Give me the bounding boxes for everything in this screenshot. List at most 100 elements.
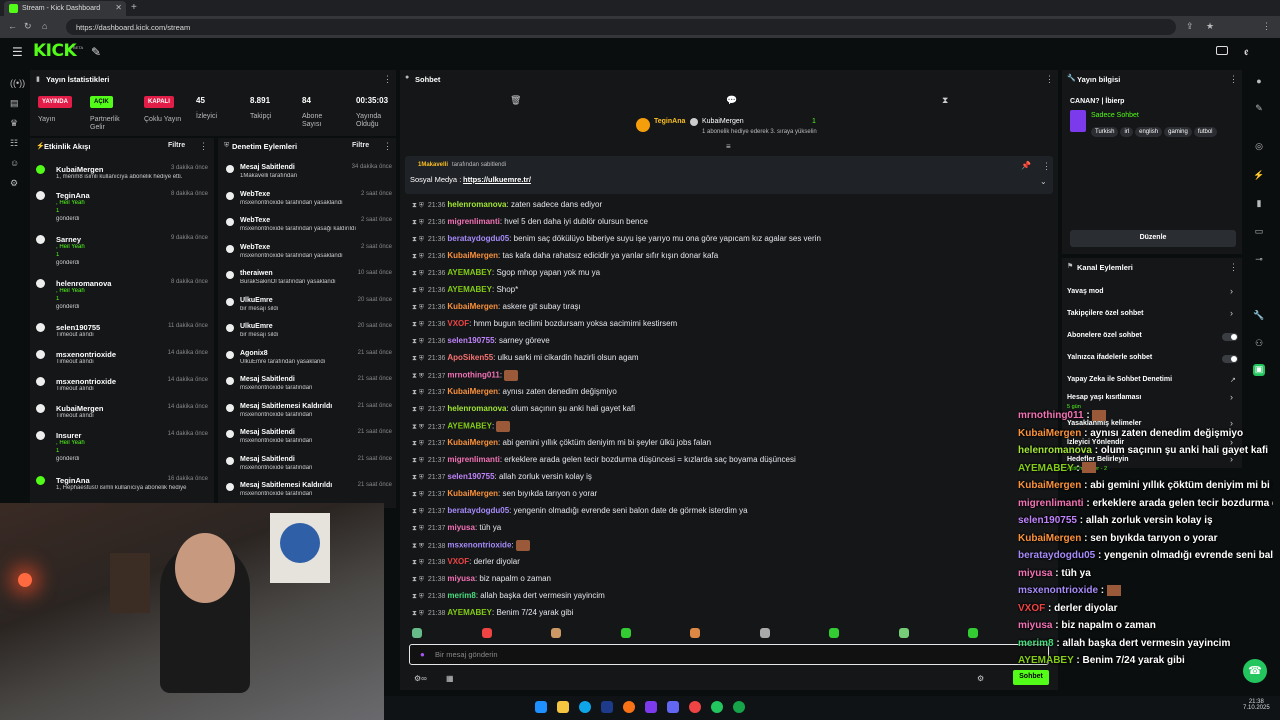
chat-message[interactable]: ⧗ ⛨ 21:37 AYEMABEY: (412, 421, 1032, 438)
message-user[interactable]: mrnothing011 (447, 371, 499, 380)
message-user[interactable]: berataydogdu05 (447, 506, 509, 515)
moderation-row[interactable]: Mesaj Sabitlemesi Kaldırıldı 21 saat önce… (226, 403, 392, 427)
moderation-title[interactable]: Mesaj Sabitlendi (240, 164, 295, 171)
trophy-icon[interactable]: ♛ (10, 118, 20, 128)
toggle-switch[interactable] (1222, 333, 1238, 341)
message-user[interactable]: KubaiMergen (447, 438, 498, 447)
channel-actions-menu-icon[interactable]: ⋮ (1229, 262, 1238, 273)
message-user[interactable]: helenromanova (447, 200, 506, 209)
event-user[interactable]: helenromanova (56, 279, 111, 288)
back-icon[interactable]: ← (8, 21, 17, 31)
spotify-icon[interactable] (711, 701, 723, 713)
settings-icon[interactable]: ⚙ (10, 178, 20, 188)
message-controls-icon[interactable]: ⧗ ⛨ (412, 406, 426, 413)
event-row[interactable]: KubaiMergen 14 dakika önce Timeout alındı (36, 404, 208, 430)
channel-action-label[interactable]: Hesap yaşı kısıtlaması (1067, 394, 1141, 401)
taskbar-clock[interactable]: 21:38 7.10.2025 (1243, 699, 1270, 711)
message-controls-icon[interactable]: ⧗ ⛨ (412, 287, 426, 294)
message-controls-icon[interactable]: ⧗ ⛨ (412, 457, 426, 464)
message-controls-icon[interactable]: ⧗ ⛨ (412, 525, 426, 532)
chat-icon[interactable]: 💬 (726, 95, 737, 106)
calendar-icon[interactable]: ▦ (446, 674, 454, 683)
message-controls-icon[interactable]: ⧗ ⛨ (412, 491, 426, 498)
external-link-icon[interactable]: ↗ (1230, 376, 1236, 384)
moderation-title[interactable]: WebTexe (240, 244, 270, 251)
toggle-switch[interactable] (1222, 355, 1238, 363)
chat-message[interactable]: ⧗ ⛨ 21:36 migrenlimanti: hvel 5 den daha … (412, 217, 1032, 234)
emote-icon[interactable] (690, 628, 700, 638)
message-user[interactable]: migrenlimanti (447, 455, 499, 464)
message-user[interactable]: helenromanova (447, 404, 506, 413)
message-user[interactable]: KubaiMergen (447, 302, 498, 311)
chat-message[interactable]: ⧗ ⛨ 21:38 merim8: allah başka dert vermes… (412, 591, 1032, 608)
chat-message[interactable]: ⧗ ⛨ 21:37 mrnothing011: (412, 370, 1032, 387)
moderation-row[interactable]: WebTexe 2 saat önce msxenontrioxide tarafı… (226, 244, 392, 268)
event-row[interactable]: TeginAna 8 dakika önce , Heil Yeah 1 gönderd… (36, 191, 208, 222)
message-user[interactable]: AYEMABEY (447, 268, 492, 277)
event-user[interactable]: Sarney (56, 235, 81, 244)
chat-settings-icon[interactable]: ⚙ (977, 674, 984, 683)
chat-message[interactable]: ⧗ ⛨ 21:36 helenromanova: zaten sadece dan… (412, 200, 1032, 217)
obs-icon[interactable] (645, 701, 657, 713)
message-controls-icon[interactable]: ⧗ ⛨ (412, 219, 426, 226)
emote-icon[interactable] (412, 628, 422, 638)
event-row[interactable]: Insurer 14 dakika önce , Heil Yeah 1 gönderd… (36, 431, 208, 462)
community-rail-icon[interactable]: ⚇ (1253, 338, 1265, 350)
bookmark-star-icon[interactable]: ★ (1206, 21, 1214, 32)
message-controls-icon[interactable]: ⧗ ⛨ (412, 355, 426, 362)
chat-message[interactable]: ⧗ ⛨ 21:37 miyusa: tüh ya (412, 523, 1032, 540)
chat-message[interactable]: ⧗ ⛨ 21:38 VXOF: derler diyolar (412, 557, 1032, 574)
new-tab-icon[interactable]: + (131, 2, 137, 13)
message-controls-icon[interactable]: ⧗ ⛨ (412, 253, 426, 260)
chat-message[interactable]: ⧗ ⛨ 21:36 KubaiMergen: tas kafa daha raha… (412, 251, 1032, 268)
event-row[interactable]: selen190755 11 dakika önce Timeout alındı (36, 323, 208, 349)
expand-pinned-icon[interactable]: ⌄ (1040, 177, 1047, 186)
discord-icon[interactable] (667, 701, 679, 713)
moderation-title[interactable]: Mesaj Sabitlemesi Kaldırıldı (240, 403, 332, 410)
stats-menu-icon[interactable]: ⋮ (383, 74, 392, 85)
chat-menu-icon[interactable]: ⋮ (1045, 74, 1054, 85)
bolt-icon[interactable]: ⚡ (1253, 170, 1265, 182)
moderation-title[interactable]: WebTexe (240, 191, 270, 198)
moderation-title[interactable]: Mesaj Sabitlendi (240, 429, 295, 436)
trash-icon[interactable]: 🗑 (510, 95, 521, 106)
events-filter-button[interactable]: Filtre (168, 142, 185, 149)
pinned-by[interactable]: 1Makavelli (418, 162, 448, 168)
event-row[interactable]: TeginAna 16 dakika önce 1, Hephaestus0 isi… (36, 476, 208, 502)
message-controls-icon[interactable]: ⧗ ⛨ (412, 321, 426, 328)
windows-start-icon[interactable] (535, 701, 547, 713)
category-name[interactable]: Sadece Sohbet (1091, 112, 1139, 119)
event-user[interactable]: msxenontrioxide (56, 377, 116, 386)
kick-logo[interactable]: KICK (33, 41, 77, 61)
moderation-title[interactable]: theraiwen (240, 270, 273, 277)
event-user[interactable]: KubaiMergen (56, 165, 104, 174)
event-user[interactable]: msxenontrioxide (56, 350, 116, 359)
steam-icon[interactable] (601, 701, 613, 713)
close-tab-icon[interactable]: ✕ (115, 3, 122, 12)
channel-action-label[interactable]: Yapay Zeka ile Sohbet Denetimi (1067, 376, 1172, 383)
message-controls-icon[interactable]: ⧗ ⛨ (412, 338, 426, 345)
whatsapp-icon[interactable] (733, 701, 745, 713)
chat-message[interactable]: ⧗ ⛨ 21:37 KubaiMergen: sen bıyıkda tarıyo… (412, 489, 1032, 506)
browser-menu-icon[interactable]: ⋮ (1262, 21, 1271, 32)
chat-message[interactable]: ⧗ ⛨ 21:37 KubaiMergen: aynısı zaten dened… (412, 387, 1032, 404)
pencil-tool-icon[interactable]: ✎ (91, 45, 101, 59)
gift-receiver[interactable]: KubaiMergen (702, 118, 744, 125)
moderation-row[interactable]: UlkuEmre 20 saat önce bir mesajı sildi (226, 323, 392, 347)
account-icon[interactable]: ꬲ (1244, 44, 1249, 59)
gift-giver[interactable]: TeginAna (654, 118, 685, 125)
emote-icon[interactable] (759, 628, 770, 638)
message-controls-icon[interactable]: ⧗ ⛨ (412, 593, 426, 600)
message-controls-icon[interactable]: ⧗ ⛨ (412, 389, 426, 396)
message-user[interactable]: selen190755 (447, 336, 494, 345)
chat-message[interactable]: ⧗ ⛨ 21:38 miyusa: biz napalm o zaman (412, 574, 1032, 591)
focus-icon[interactable]: ◎ (1253, 141, 1265, 153)
chat-message[interactable]: ⧗ ⛨ 21:36 KubaiMergen: askere git subay t… (412, 302, 1032, 319)
broadcast-icon[interactable]: ((•)) (10, 78, 25, 88)
unpin-icon[interactable]: 📌 (1021, 161, 1031, 170)
message-controls-icon[interactable]: ⧗ ⛨ (412, 270, 426, 277)
collapse-icon[interactable]: ≡ (726, 142, 731, 151)
emote-icon[interactable] (481, 628, 492, 638)
message-controls-icon[interactable]: ⧗ ⛨ (412, 576, 426, 583)
message-controls-icon[interactable]: ⧗ ⛨ (412, 304, 426, 311)
